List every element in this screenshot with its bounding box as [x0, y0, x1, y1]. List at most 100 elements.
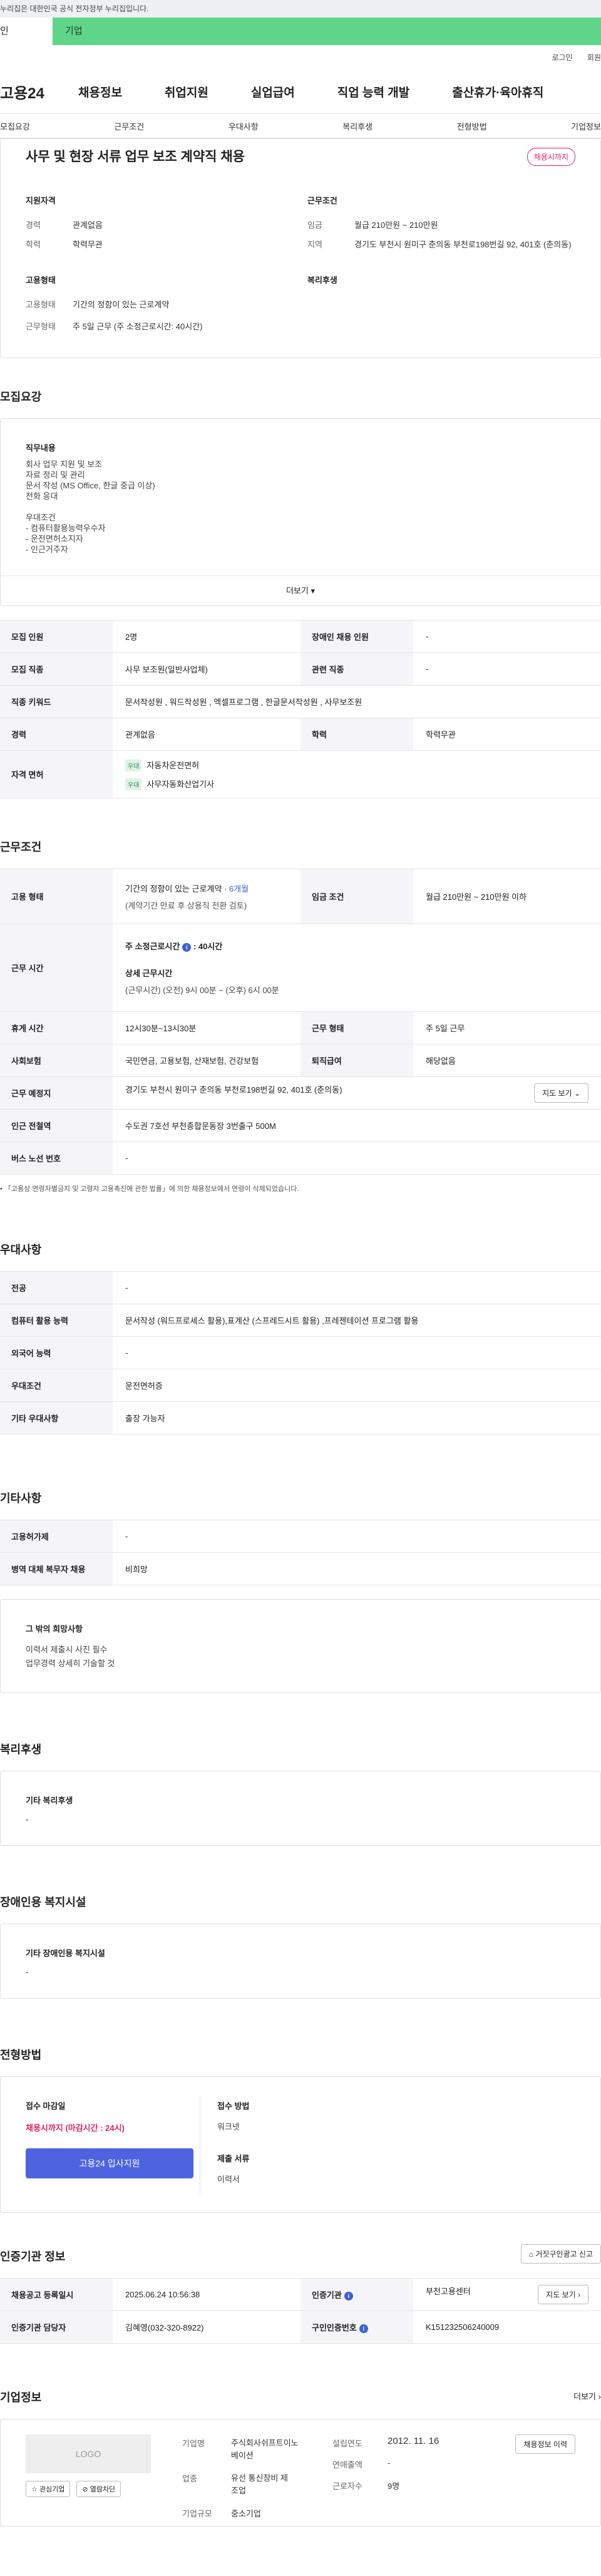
table-row: 인증기관 담당자 김혜영(032-320-8922) 구인인증번호 i K1512… [0, 2311, 601, 2344]
nav-employment-support[interactable]: 취업지원 [165, 83, 208, 100]
welfare-summary-title: 복리후생 [307, 276, 337, 285]
info-icon[interactable]: i [344, 2292, 353, 2300]
duty-line: - 인근거주자 [26, 545, 68, 554]
apply-button[interactable]: 고용24 입사지원 [26, 2148, 193, 2178]
emp-type-value: 기간의 정함이 있는 근로계약 [73, 300, 170, 309]
gov-banner: 누리집은 대한민국 공식 전자정부 누리집입니다. [0, 0, 601, 18]
count-value: 2명 [113, 620, 300, 653]
info-icon[interactable]: i [359, 2324, 368, 2333]
computer-label: 컴퓨터 활용 능력 [0, 1304, 113, 1337]
favorite-label: 관심기업 [39, 2486, 65, 2493]
work-location-text: 경기도 부천시 원미구 춘의동 부천로198번길 92, 401호 (춘의동) [125, 1085, 342, 1095]
rest-value: 12시30분~13시30분 [113, 1011, 300, 1044]
education-label: 학력 [300, 718, 413, 751]
age-note-text: 「고용상 연령차별금지 및 고령자 고용촉진에 관한 법률」에 의한 채용정보에… [4, 1185, 299, 1193]
report-button[interactable]: ⌂ 거짓구인광고 신고 [520, 2244, 601, 2264]
insurance-value: 국민연금, 고용보험, 산재보험, 건강보험 [113, 1044, 300, 1077]
apply-section: 전형방법 접수 마감일 채용시까지 (마감시간 : 24시) 고용24 입사지원… [0, 2046, 601, 2213]
founded-value: 2012. 11. 16 [388, 2436, 439, 2446]
military-value: 비희망 [113, 1552, 601, 1585]
tab-recruit[interactable]: 모집요강 [0, 120, 30, 132]
work-title: 근무조건 [0, 841, 42, 853]
bus-label: 버스 노선 번호 [0, 1141, 113, 1175]
tab-individual[interactable]: 인 [0, 18, 53, 45]
tab-welfare[interactable]: 복리후생 [342, 120, 372, 132]
emp-form-text: 기간의 정함이 있는 근로계약 · [125, 884, 229, 894]
emp-form-value: 기간의 정함이 있는 근로계약 · 6개월 (계약기간 만료 후 상용직 전환 … [113, 868, 300, 924]
gov-banner-text: 누리집은 대한민국 공식 전자정부 누리집입니다. [0, 4, 149, 13]
company-more-link[interactable]: 더보기 › [573, 2390, 601, 2402]
disabled-box-title: 기타 장애인용 복지시설 [26, 1949, 105, 1958]
table-row: 병역 대체 복무자 채용 비희망 [0, 1552, 601, 1585]
count-label: 모집 인원 [0, 620, 113, 653]
tab-preferences[interactable]: 우대사항 [229, 120, 259, 132]
work-location-value: 경기도 부천시 원미구 춘의동 부천로198번길 92, 401호 (춘의동) … [113, 1076, 601, 1110]
user-type-bar: 인 기업 [0, 18, 601, 45]
chevron-down-icon: ▾ [311, 586, 316, 595]
table-row: 외국어 능력 - [0, 1336, 601, 1369]
info-icon[interactable]: i [182, 943, 192, 952]
table-row: 버스 노선 번호 - [0, 1141, 601, 1175]
work-location-label: 근무 예정지 [0, 1076, 113, 1110]
favorite-company-button[interactable]: ☆ 관심기업 [26, 2481, 71, 2497]
employees-label: 근로자수 [332, 2481, 362, 2491]
signup-link[interactable]: 회원 [587, 53, 601, 62]
nav-parental-leave[interactable]: 출산휴가·육아휴직 [452, 83, 543, 100]
site-logo[interactable]: 고용24 [0, 81, 78, 103]
table-row: 기타 우대사항 출장 가능자 [0, 1401, 601, 1435]
founded-label: 설립연도 [332, 2439, 362, 2448]
login-link[interactable]: 로그인 [552, 53, 572, 62]
welfare-title: 복리후생 [0, 1743, 42, 1756]
cert-number-label: 구인인증번호 i [300, 2311, 413, 2344]
table-row: 근무 예정지 경기도 부천시 원미구 춘의동 부천로198번길 92, 401호… [0, 1076, 601, 1110]
disabled-count-label: 장애인 채용 인원 [300, 620, 413, 653]
job-summary-card: 사무 및 현장 서류 업무 보조 계약직 채용 채용시까지 지원자격 경력 관계없… [0, 139, 601, 358]
severance-value: 해당없음 [413, 1044, 601, 1077]
experience-value: 관계없음 [113, 718, 300, 751]
nav-unemployment-benefit[interactable]: 실업급여 [251, 83, 295, 100]
tab-business[interactable]: 기업 [53, 18, 601, 45]
other-pref-value: 출장 가능자 [113, 1401, 601, 1435]
nav-jobs[interactable]: 채용정보 [78, 83, 122, 100]
job-title: 사무 및 현장 서류 업무 보조 계약직 채용 [26, 150, 245, 164]
tab-conditions[interactable]: 근무조건 [114, 120, 144, 132]
industry-line1: 유선 통신장비 제 [231, 2473, 288, 2483]
tab-selection[interactable]: 전형방법 [457, 120, 487, 132]
disabled-box: 기타 장애인용 복지시설 - [0, 1924, 601, 1999]
emp-form-note: (계약기간 만료 후 상용직 전환 검토) [125, 900, 247, 910]
license-value: 우대 자동차운전면허 우대 사무자동화산업기사 [113, 750, 601, 798]
disabled-title: 장애인용 복지시설 [0, 1896, 86, 1909]
cert-map-button[interactable]: 지도 보기 › [538, 2285, 588, 2304]
map-button[interactable]: 지도 보기 ⌄ [534, 1083, 588, 1103]
cert-map-label: 지도 보기 [546, 2290, 576, 2299]
disabled-count-value: - [413, 620, 601, 653]
welfare-section: 복리후생 기타 복리후생 - [0, 1741, 601, 1846]
job-type-label: 모집 직종 [0, 652, 113, 686]
reg-date-label: 채용공고 등록일시 [0, 2278, 113, 2311]
company-name-label: 기업명 [182, 2439, 205, 2448]
cert-title: 인증기관 정보 [0, 2250, 66, 2263]
block-view-button[interactable]: ⊘ 열람차단 [76, 2481, 121, 2497]
size-value: 중소기업 [231, 2509, 261, 2518]
docs-title: 제출 서류 [217, 2154, 250, 2163]
utility-links: 로그인 회원 [0, 45, 601, 70]
duty-more-button[interactable]: 더보기 ▾ [1, 575, 600, 605]
pay-value: 월급 210만원 ~ 210만원 [354, 220, 438, 230]
keyword-label: 직종 키워드 [0, 685, 113, 718]
map-button-label: 지도 보기 [542, 1089, 572, 1098]
company-name-value: 주식회사쉬프트이노 베이션 [231, 2437, 299, 2462]
report-button-label: 거짓구인광고 신고 [535, 2250, 593, 2259]
wage-label: 임금 조건 [300, 868, 413, 924]
table-row: 고용허가제 - [0, 1520, 601, 1553]
major-value: - [113, 1271, 601, 1304]
cert-number-value: K151232506240009 [413, 2311, 601, 2344]
duty-line: 자료 정리 및 관리 [26, 470, 85, 480]
tab-company[interactable]: 기업정보 [571, 120, 601, 132]
nav-vocational-training[interactable]: 직업 능력 개발 [337, 83, 409, 100]
star-icon: ☆ [31, 2486, 38, 2493]
industry-value: 유선 통신장비 제 조업 [231, 2472, 288, 2497]
license-1: 자동차운전면허 [146, 760, 200, 770]
table-row: 고용 형태 기간의 정함이 있는 근로계약 · 6개월 (계약기간 만료 후 상… [0, 868, 601, 924]
exp-value: 관계없음 [73, 220, 103, 230]
job-history-button[interactable]: 채용정보 이력 [515, 2434, 575, 2454]
